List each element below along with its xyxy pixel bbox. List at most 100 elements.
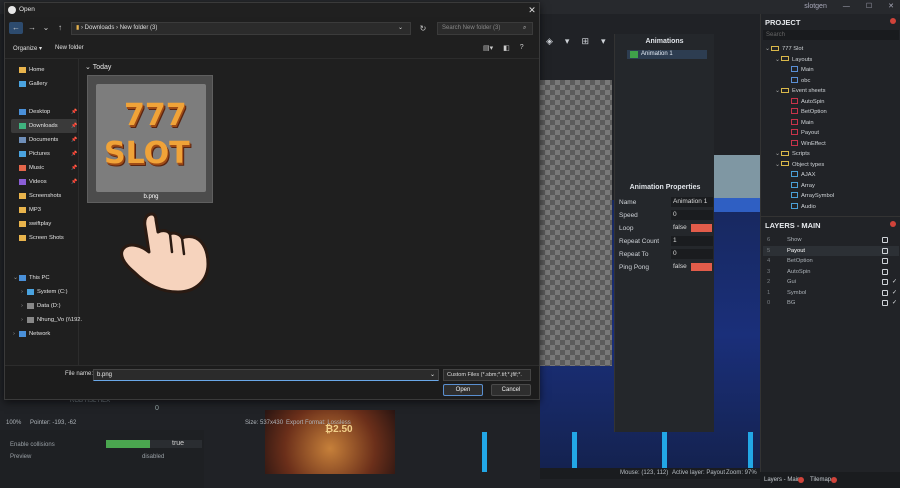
tree-item[interactable]: ⌄ Scripts — [775, 149, 810, 159]
close-icon[interactable]: ✕ — [525, 3, 539, 17]
layer-row[interactable]: 4 BetOption — [763, 256, 899, 266]
project-search-input[interactable]: Search — [763, 30, 899, 40]
layer-row[interactable]: 3 AutoSpin — [763, 267, 899, 277]
back-arrow-icon[interactable]: ← — [9, 22, 23, 34]
refresh-icon[interactable]: ↻ — [417, 22, 429, 35]
group-header[interactable]: ⌄ Today — [85, 63, 111, 71]
tree-item[interactable]: ⌄ Layouts — [775, 55, 812, 65]
nav-item[interactable]: MP3 — [11, 203, 77, 217]
lock-icon[interactable] — [882, 258, 888, 264]
nav-item[interactable]: Screenshots — [11, 189, 77, 203]
file-type-select[interactable]: Custom Files (*.sbm;*.tif;*.jfif;*. — [443, 369, 531, 381]
file-item[interactable]: 777 SLOT b.png — [87, 75, 213, 203]
preview-pane-icon[interactable]: ◧ — [503, 44, 510, 52]
lock-icon[interactable] — [882, 237, 888, 243]
property-value[interactable]: 1 — [671, 236, 713, 246]
lock-icon[interactable] — [882, 289, 888, 296]
layers-icon[interactable]: ◈ — [546, 36, 553, 47]
nav-item[interactable]: Documents 📌 — [11, 133, 77, 147]
chevron-down-icon[interactable]: ▾ — [601, 36, 606, 47]
tab-tilemap[interactable]: Tilemap — [810, 472, 831, 488]
bool-toggle[interactable] — [691, 263, 712, 271]
expander-icon[interactable]: › — [13, 327, 15, 341]
maximize-icon[interactable]: ☐ — [866, 2, 872, 10]
pin-icon[interactable]: 📌 — [71, 147, 77, 161]
breadcrumb-current-folder[interactable]: New folder (3) — [120, 25, 158, 31]
nav-item[interactable]: Music 📌 — [11, 161, 77, 175]
expander-icon[interactable]: › — [21, 299, 23, 313]
help-icon[interactable]: ? — [520, 44, 524, 52]
tree-item[interactable]: Main — [791, 65, 814, 75]
tree-item[interactable]: Main — [791, 118, 814, 128]
view-mode-icon[interactable]: ▤▾ — [483, 44, 493, 52]
nav-item[interactable]: › Data (D:) — [19, 299, 85, 313]
animation-item[interactable]: Animation 1 — [627, 50, 707, 59]
nav-item[interactable]: Home — [11, 63, 77, 77]
enable-collisions-toggle[interactable]: true — [106, 440, 202, 448]
tree-item[interactable]: AutoSpin — [791, 97, 825, 107]
chevron-down-icon[interactable]: ⌄ — [430, 370, 435, 380]
lock-icon[interactable] — [882, 247, 888, 254]
panel-close-icon[interactable] — [890, 221, 896, 227]
layer-row[interactable]: 5 Payout — [763, 245, 899, 256]
layer-row[interactable]: 1 Symbol ✓ — [763, 288, 899, 298]
minimize-icon[interactable]: — — [843, 3, 850, 10]
lock-icon[interactable] — [882, 300, 888, 306]
tree-item[interactable]: ⌄ Object types — [775, 160, 824, 170]
tree-item[interactable]: ⌄ 777 Slot — [765, 44, 803, 54]
pin-icon[interactable]: 📌 — [71, 133, 77, 147]
sprite-canvas[interactable] — [540, 80, 612, 366]
property-value[interactable]: 0 — [671, 210, 713, 220]
chevron-down-icon[interactable]: ⌄ — [39, 22, 53, 34]
nav-item[interactable]: swiftplay — [11, 217, 77, 231]
address-bar[interactable]: ▮ › Downloads › New folder (3) ⌄ — [71, 22, 411, 35]
expander-icon[interactable]: ⌄ — [13, 271, 18, 285]
pin-icon[interactable]: 📌 — [71, 161, 77, 175]
chevron-down-icon[interactable]: ▾ — [565, 36, 570, 47]
tree-item[interactable]: Payout — [791, 128, 819, 138]
lock-icon[interactable] — [882, 268, 888, 275]
open-button[interactable]: Open — [443, 384, 483, 396]
nav-item[interactable]: Desktop 📌 — [11, 105, 77, 119]
tree-item[interactable]: ⌄ Event sheets — [775, 86, 826, 96]
cancel-button[interactable]: Cancel — [491, 384, 531, 396]
expander-icon[interactable]: › — [21, 313, 23, 327]
tree-item[interactable]: Audio — [791, 202, 816, 212]
layer-row[interactable]: 0 BG ✓ — [763, 298, 899, 308]
nav-item[interactable]: Screen Shots — [11, 231, 77, 245]
nav-item[interactable]: ⌄ This PC — [11, 271, 77, 285]
nav-item[interactable]: Downloads 📌 — [11, 119, 77, 133]
tree-item[interactable]: obc — [791, 76, 810, 86]
tree-item[interactable]: AJAX — [791, 170, 816, 180]
tab-close-icon[interactable] — [831, 477, 837, 483]
pin-icon[interactable]: 📌 — [71, 119, 77, 133]
nav-item[interactable]: Pictures 📌 — [11, 147, 77, 161]
file-name-input[interactable]: b.png ⌄ — [93, 369, 439, 381]
nav-item[interactable]: › System (C:) — [19, 285, 85, 299]
nav-item[interactable]: › Network — [11, 327, 77, 341]
expander-icon[interactable]: › — [21, 285, 23, 299]
search-input[interactable]: Search New folder (3) ⌕ — [437, 22, 533, 35]
up-arrow-icon[interactable]: ↑ — [53, 22, 67, 34]
visibility-check-icon[interactable]: ✓ — [892, 277, 897, 287]
tab-layers-main[interactable]: Layers - Main — [764, 472, 800, 488]
tab-close-icon[interactable] — [798, 477, 804, 483]
tree-item[interactable]: WinEffect — [791, 139, 826, 149]
panel-close-icon[interactable] — [890, 18, 896, 24]
grid-icon[interactable]: ⊞ — [581, 36, 589, 47]
tree-item[interactable]: ArraySymbol — [791, 191, 834, 201]
tree-item[interactable]: BetOption — [791, 107, 827, 117]
close-icon[interactable]: ✕ — [888, 2, 894, 10]
organize-button[interactable]: Organize ▾ — [13, 45, 42, 52]
pin-icon[interactable]: 📌 — [71, 175, 77, 189]
forward-arrow-icon[interactable]: → — [25, 22, 39, 34]
bool-toggle[interactable] — [691, 224, 712, 232]
visibility-check-icon[interactable]: ✓ — [892, 288, 897, 298]
layer-row[interactable]: 2 Gui ✓ — [763, 277, 899, 287]
property-value[interactable]: Animation 1 — [671, 197, 713, 207]
property-value[interactable]: 0 — [671, 249, 713, 259]
breadcrumb-downloads[interactable]: Downloads — [85, 25, 115, 31]
nav-item[interactable]: Videos 📌 — [11, 175, 77, 189]
chevron-down-icon[interactable]: ⌄ — [398, 23, 403, 34]
layer-row[interactable]: 6 Show — [763, 235, 899, 245]
